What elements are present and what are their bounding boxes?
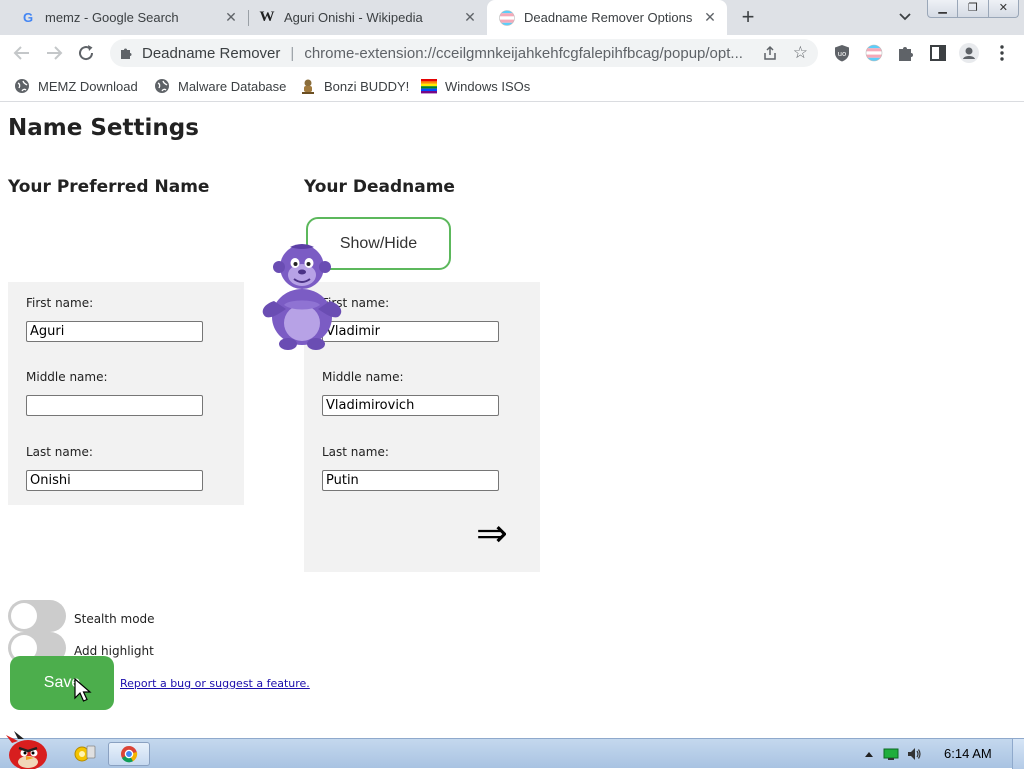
tray-expand-arrow-icon[interactable] (861, 746, 877, 762)
tab-title: Deadname Remover Options (524, 10, 693, 25)
kebab-menu-icon[interactable] (992, 43, 1012, 63)
bookmark-malware-database[interactable]: Malware Database (154, 76, 286, 96)
site-name: Deadname Remover (142, 44, 281, 62)
new-tab-button[interactable]: + (736, 6, 760, 30)
minimize-button[interactable]: ▁ (928, 0, 959, 17)
tab-search-chevron-icon[interactable] (897, 8, 913, 24)
angry-bird-start-icon[interactable] (4, 731, 50, 770)
preferred-last-name-label: Last name: (26, 445, 93, 459)
tab-title: memz - Google Search (45, 10, 179, 25)
volume-speaker-icon[interactable] (906, 746, 922, 762)
deadname-middle-name-input[interactable]: Vladimirovich (322, 395, 499, 416)
address-bar[interactable]: Deadname Remover | chrome-extension://cc… (110, 39, 818, 67)
double-arrow-icon[interactable]: ⇒ (476, 514, 508, 552)
url-text[interactable]: chrome-extension://cceilgmnkeijahkehfcgf… (304, 45, 759, 62)
browser-toolbar: Deadname Remover | chrome-extension://cc… (0, 35, 1024, 71)
trans-flag-icon (499, 9, 515, 26)
bookmark-label: Windows ISOs (445, 78, 531, 94)
tab-wikipedia[interactable]: W Aguri Onishi - Wikipedia ✕ (249, 0, 487, 35)
show-desktop-button[interactable] (1012, 739, 1024, 769)
wikipedia-w-icon: W (259, 9, 275, 25)
bookmark-memz-download[interactable]: MEMZ Download (14, 76, 138, 96)
reload-icon[interactable] (74, 41, 98, 65)
side-panel-icon[interactable] (928, 43, 948, 63)
url-separator: | (290, 44, 295, 62)
preferred-name-panel: First name: Aguri Middle name: Last name… (8, 282, 244, 505)
forward-arrow-icon[interactable] (42, 41, 66, 65)
bookmark-label: Bonzi BUDDY! (324, 78, 410, 94)
bookmark-label: MEMZ Download (38, 78, 138, 94)
bookmark-bonzi-buddy[interactable]: Bonzi BUDDY! (300, 76, 409, 96)
preferred-middle-name-input[interactable] (26, 395, 203, 416)
share-icon[interactable] (762, 45, 778, 61)
stealth-mode-label: Stealth mode (74, 612, 155, 626)
trans-flag-extension-icon[interactable] (864, 43, 884, 63)
report-bug-link[interactable]: Report a bug or suggest a feature. (120, 677, 310, 690)
deadname-heading: Your Deadname (304, 177, 455, 197)
close-window-button[interactable]: ✕ (989, 0, 1018, 17)
windows-taskbar: 6:14 AM (0, 731, 1024, 770)
preferred-first-name-input[interactable]: Aguri (26, 321, 203, 342)
toggle-knob (11, 603, 37, 629)
tab-google-search[interactable]: G memz - Google Search ✕ (0, 0, 248, 35)
bookmark-windows-isos[interactable]: Windows ISOs (421, 76, 530, 96)
tab-title: Aguri Onishi - Wikipedia (284, 10, 423, 25)
maximize-button[interactable]: ❐ (958, 0, 989, 17)
window-controls: ▁ ❐ ✕ (927, 0, 1019, 18)
bookmarks-bar: MEMZ Download Malware Database Bonzi BUD… (0, 71, 1024, 102)
preferred-last-name-input[interactable]: Onishi (26, 470, 203, 491)
globe-icon (154, 78, 170, 94)
chrome-taskbar-button[interactable] (108, 742, 150, 766)
bookmark-star-icon[interactable]: ☆ (793, 43, 808, 63)
explorer-folder-icon[interactable] (66, 742, 102, 766)
rainbow-flag-icon (421, 78, 437, 94)
bonzi-icon (300, 78, 316, 94)
network-icon[interactable] (883, 746, 899, 762)
bonzi-buddy-character[interactable] (258, 239, 346, 354)
deadname-first-name-input[interactable]: Vladimir (322, 321, 499, 342)
ublock-shield-icon[interactable]: uo (832, 43, 852, 63)
svg-text:uo: uo (838, 50, 847, 58)
taskbar-clock[interactable]: 6:14 AM (944, 746, 992, 761)
puzzle-extension-icon (120, 46, 134, 60)
options-page: Name Settings Your Preferred Name Your D… (0, 103, 1024, 738)
preferred-name-heading: Your Preferred Name (8, 177, 210, 197)
google-g-icon: G (22, 10, 34, 25)
close-tab-icon[interactable]: ✕ (463, 10, 477, 24)
deadname-middle-name-label: Middle name: (322, 370, 404, 384)
save-button[interactable]: Save (10, 656, 114, 710)
preferred-middle-name-label: Middle name: (26, 370, 108, 384)
tab-deadname-remover-options[interactable]: Deadname Remover Options ✕ (487, 0, 727, 35)
tab-strip: G memz - Google Search ✕ W Aguri Onishi … (0, 0, 1024, 35)
deadname-last-name-label: Last name: (322, 445, 389, 459)
globe-icon (14, 78, 30, 94)
mouse-pointer-icon (74, 677, 92, 704)
bookmark-label: Malware Database (178, 78, 287, 94)
profile-avatar-icon[interactable] (959, 43, 979, 63)
stealth-mode-toggle[interactable] (8, 600, 66, 632)
close-tab-icon[interactable]: ✕ (224, 10, 238, 24)
extensions-puzzle-icon[interactable] (896, 43, 916, 63)
preferred-first-name-label: First name: (26, 296, 94, 310)
page-title: Name Settings (8, 115, 199, 141)
back-arrow-icon[interactable] (10, 41, 34, 65)
deadname-last-name-input[interactable]: Putin (322, 470, 499, 491)
close-tab-icon[interactable]: ✕ (703, 10, 717, 24)
